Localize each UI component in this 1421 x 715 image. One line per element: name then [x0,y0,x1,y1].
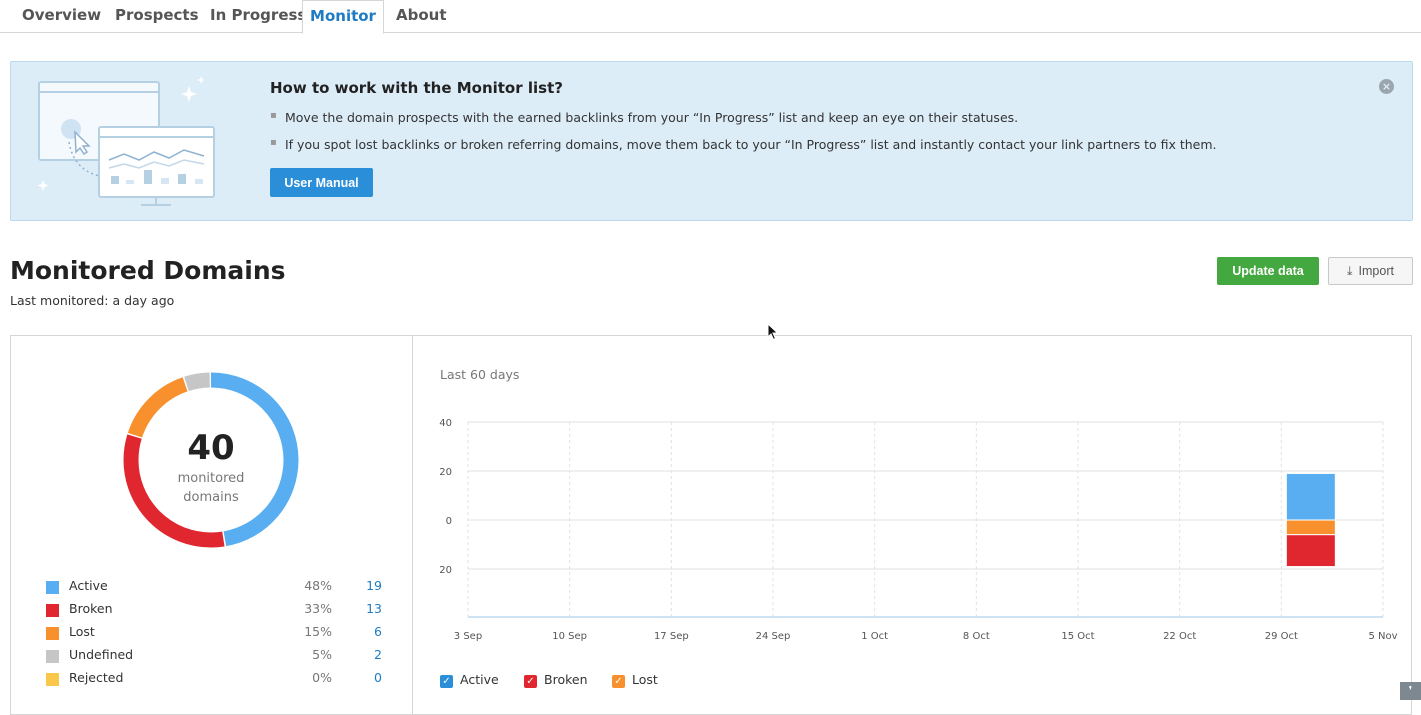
x-tick-label: 1 Oct [861,631,888,642]
update-data-button[interactable]: Update data [1217,257,1319,285]
close-icon[interactable]: × [1379,79,1394,94]
summary-panel: 40 monitored domains Active 48% 19 Broke… [10,335,413,715]
toggle-label: Broken [544,672,588,687]
legend-row-undefined[interactable]: Undefined 5% 2 [46,646,386,666]
import-label: Import [1358,263,1394,278]
tab-monitor[interactable]: Monitor [302,0,384,34]
legend-swatch [46,627,59,640]
y-tick-label: 0 [446,516,452,527]
legend-row-rejected[interactable]: Rejected 0% 0 [46,669,386,689]
legend-percent: 15% [304,624,332,639]
legend-percent: 33% [304,601,332,616]
legend-name: Broken [69,601,113,616]
banner-bullet: Move the domain prospects with the earne… [270,110,1018,125]
last-monitored-text: Last monitored: a day ago [10,293,175,308]
x-tick-label: 29 Oct [1265,631,1298,642]
legend-count-link[interactable]: 13 [352,601,382,616]
x-tick-label: 8 Oct [963,631,990,642]
feedback-tab-icon[interactable]: ❜ [1400,682,1421,700]
tab-in-progress[interactable]: In Progress [210,0,306,33]
tab-prospects[interactable]: Prospects [115,0,199,33]
legend-row-active[interactable]: Active 48% 19 [46,577,386,597]
total-label: monitored domains [123,469,299,507]
bar-broken[interactable] [1285,534,1336,568]
checkbox-icon[interactable]: ✓ [612,675,625,688]
toggle-label: Active [460,672,499,687]
legend-count-link[interactable]: 19 [352,578,382,593]
total-label-line1: monitored [177,471,245,486]
legend-percent: 48% [304,578,332,593]
legend-row-broken[interactable]: Broken 33% 13 [46,600,386,620]
legend-count-link[interactable]: 2 [352,647,382,662]
toggle-label: Lost [632,672,658,687]
legend-swatch [46,650,59,663]
legend-name: Lost [69,624,95,639]
legend-count-link[interactable]: 0 [352,670,382,685]
tab-overview[interactable]: Overview [22,0,101,33]
y-tick-label: 20 [439,565,452,576]
legend-percent: 5% [312,647,332,662]
page-title: Monitored Domains [10,256,286,285]
legend-name: Undefined [69,647,134,662]
legend-swatch [46,581,59,594]
mouse-cursor-icon [767,323,779,341]
banner-bullet: If you spot lost backlinks or broken ref… [270,137,1217,152]
legend-count-link[interactable]: 6 [352,624,382,639]
legend-row-lost[interactable]: Lost 15% 6 [46,623,386,643]
bar-lost[interactable] [1285,519,1336,536]
total-count: 40 [187,428,235,468]
download-icon: ⤓ [1347,263,1353,278]
banner-title: How to work with the Monitor list? [270,79,563,97]
info-banner: How to work with the Monitor list? Move … [10,61,1413,221]
legend-swatch [46,673,59,686]
tab-about[interactable]: About [396,0,447,33]
checkbox-icon[interactable]: ✓ [524,675,537,688]
bar-chart: 40 20 0 20 3 Sep 10 Sep 17 Sep 24 Sep 1 Oct 8 Oct… [439,418,1397,642]
total-label-line2: domains [183,490,239,505]
x-tick-label: 10 Sep [552,631,587,642]
x-tick-label: 17 Sep [654,631,689,642]
tab-bar: Overview Prospects In Progress Monitor A… [0,0,1421,34]
y-tick-label: 40 [439,418,452,429]
y-tick-label: 20 [439,467,452,478]
x-tick-label: 24 Sep [756,631,791,642]
legend-swatch [46,604,59,617]
x-tick-label: 3 Sep [454,631,482,642]
legend-name: Rejected [69,670,124,685]
x-tick-label: 5 Nov [1368,631,1397,642]
monitor-illustration-icon [37,76,215,206]
chart-panel: Last 60 days 40 20 0 20 3 Sep 10 Sep 17 Sep 24 … [412,335,1412,715]
checkbox-icon[interactable]: ✓ [440,675,453,688]
import-button[interactable]: ⤓ Import [1328,257,1413,285]
legend-percent: 0% [312,670,332,685]
bar-active[interactable] [1285,472,1336,521]
x-tick-label: 15 Oct [1061,631,1094,642]
donut-chart: 40 monitored domains [123,372,299,548]
x-tick-label: 22 Oct [1163,631,1196,642]
legend-name: Active [69,578,108,593]
user-manual-button[interactable]: User Manual [270,168,373,197]
